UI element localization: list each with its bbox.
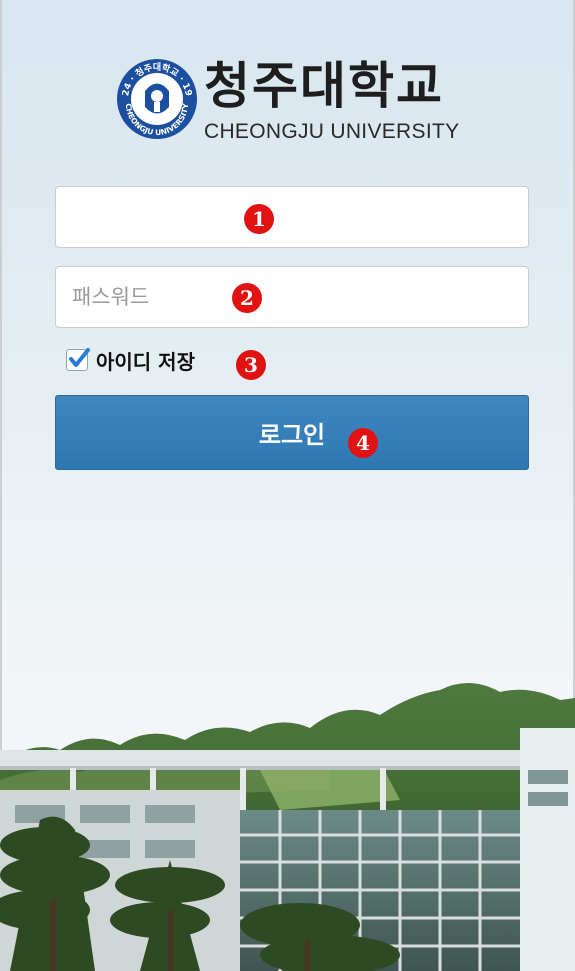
checkbox-checked-icon[interactable]: [66, 348, 90, 371]
marker-badge: 2: [232, 283, 262, 313]
logo-text-ko: 청주대학교: [204, 57, 444, 115]
marker-badge: 1: [244, 204, 274, 234]
password-input[interactable]: [55, 266, 529, 328]
university-emblem-icon: 1924 · 청주대학교 · 1947 CHEONGJU UNIVERSITY: [116, 58, 197, 139]
login-button[interactable]: 로그인: [55, 395, 529, 470]
remember-id-label: 아이디 저장: [96, 349, 195, 374]
university-logo: 1924 · 청주대학교 · 1947 CHEONGJU UNIVERSITY …: [116, 57, 459, 158]
marker-badge: 4: [348, 428, 378, 458]
user-id-input[interactable]: [55, 186, 529, 248]
marker-badge: 3: [236, 350, 266, 380]
remember-id-checkbox-row[interactable]: 아이디 저장: [66, 345, 195, 375]
login-button-label: 로그인: [258, 421, 326, 449]
logo-text-en: CHEONGJU UNIVERSITY: [204, 120, 460, 143]
campus-background-image: [0, 682, 575, 971]
